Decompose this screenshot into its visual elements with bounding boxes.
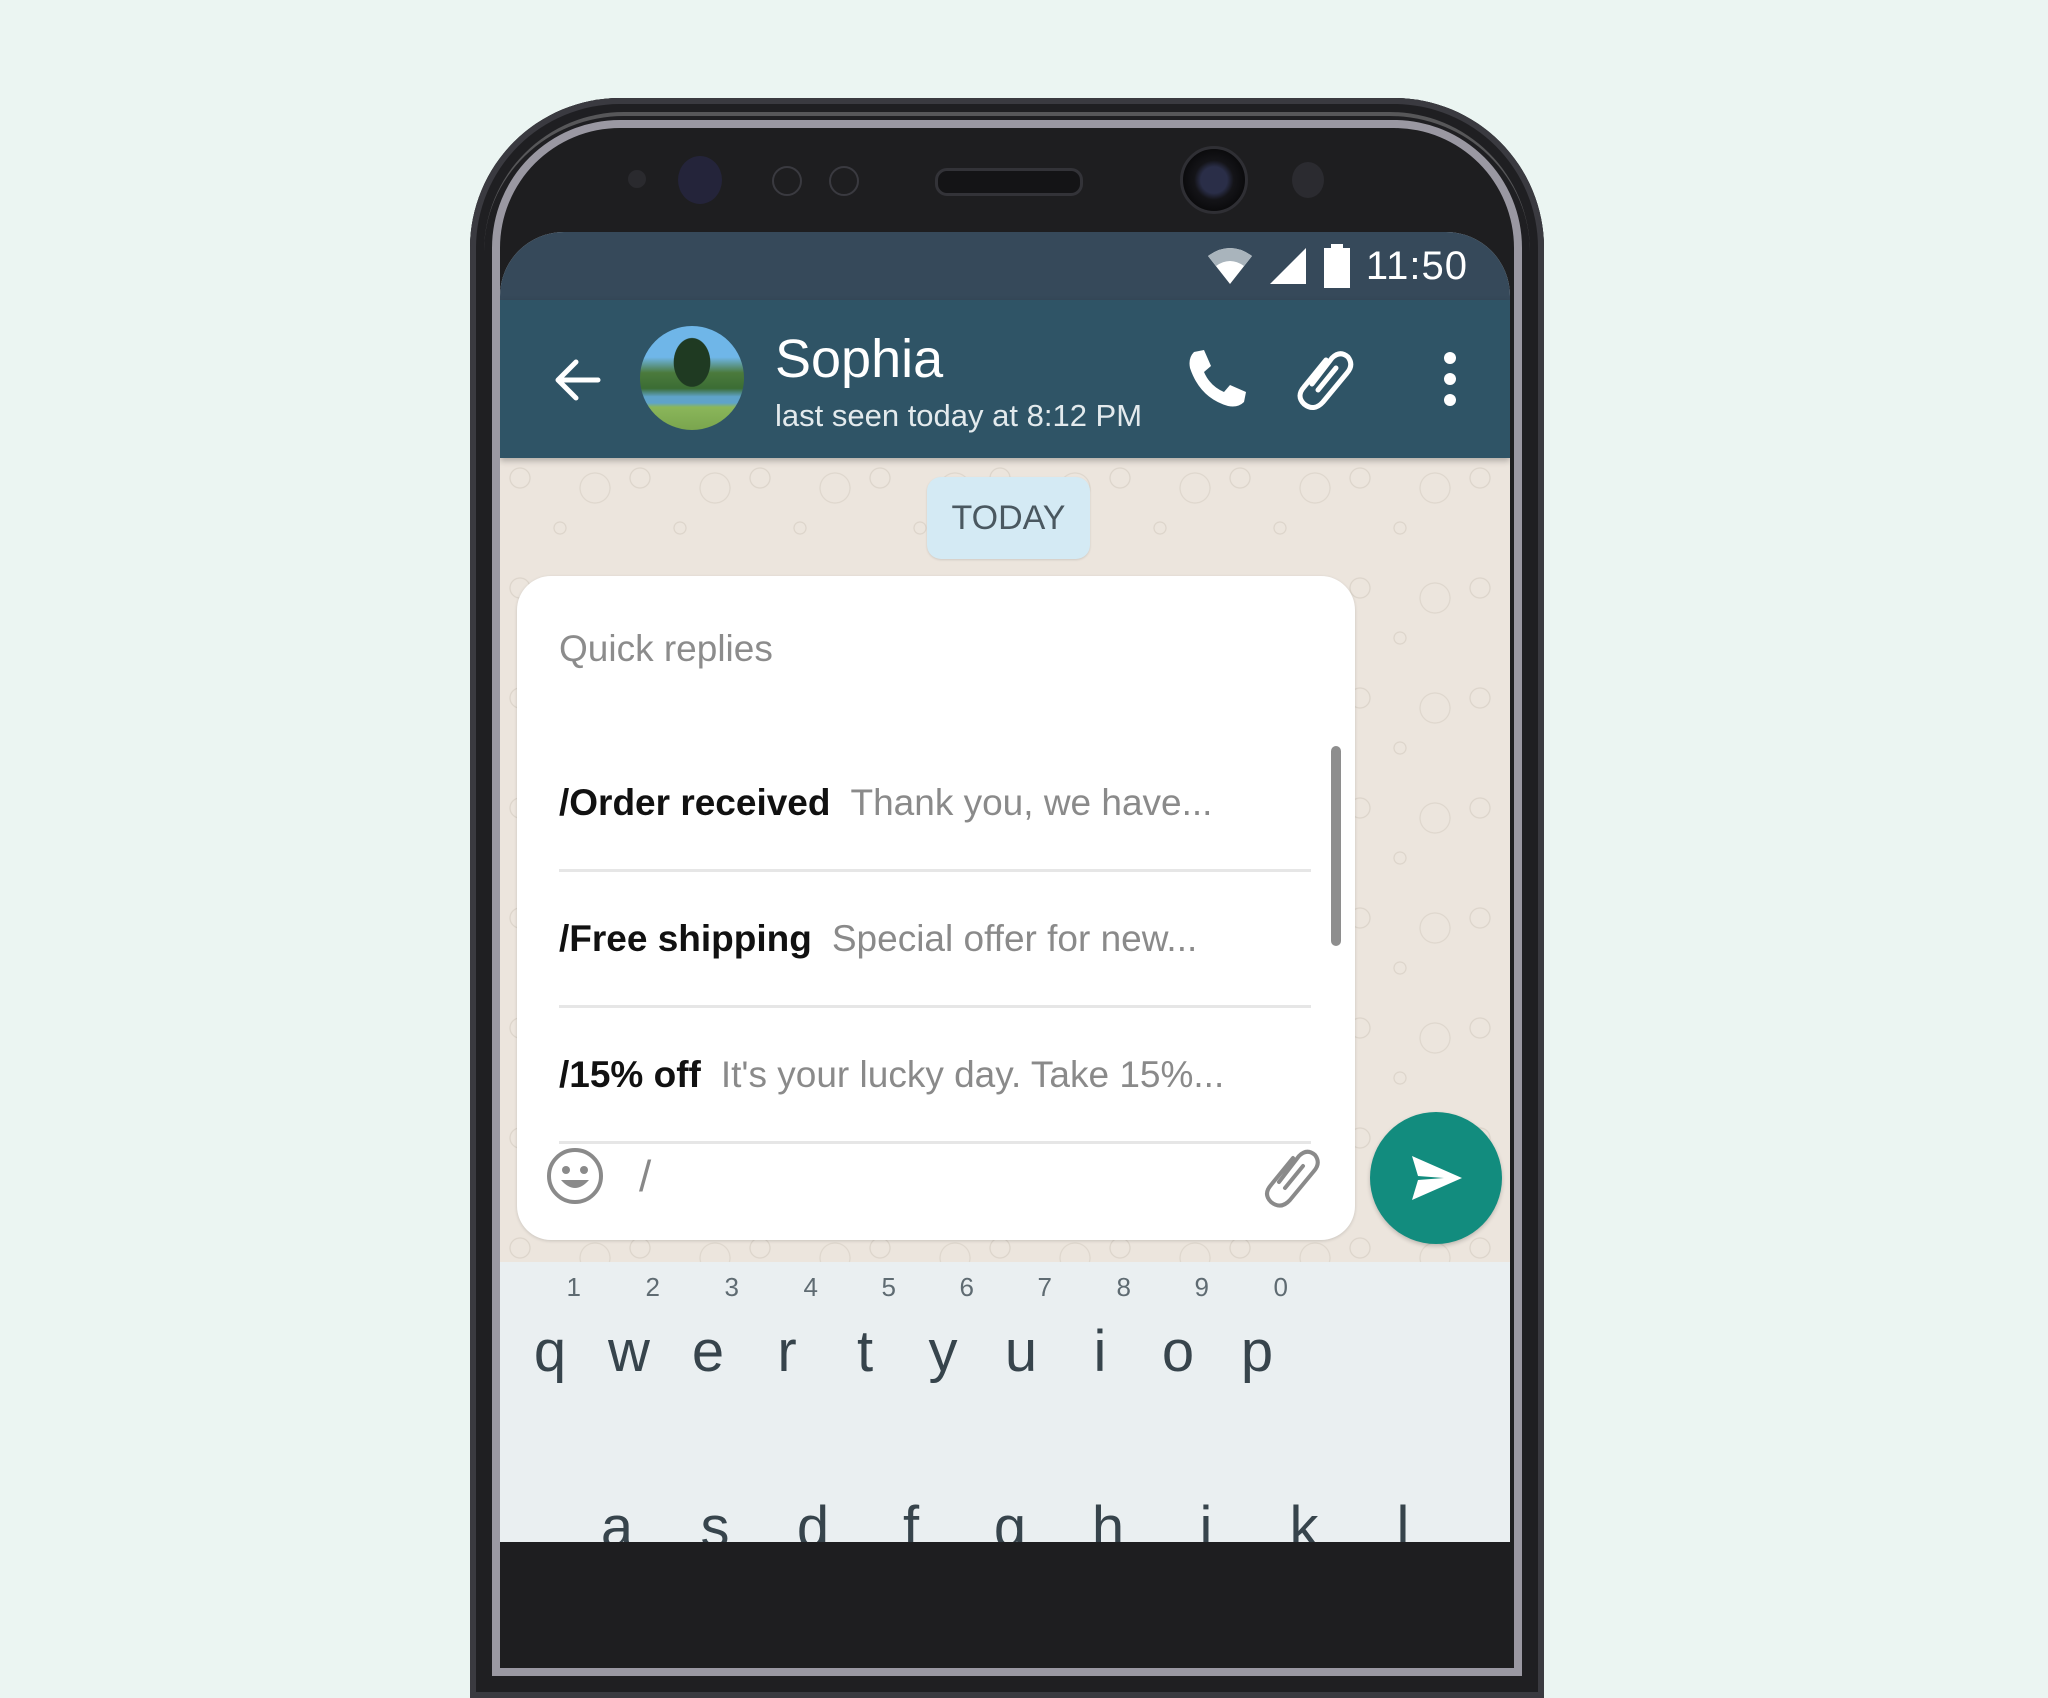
more-vertical-icon[interactable]	[1415, 344, 1485, 414]
flash-sensor	[1292, 162, 1324, 198]
key-r[interactable]: 4r	[742, 1272, 832, 1385]
chat-area: TODAY Quick replies /Order received Than…	[500, 458, 1510, 1262]
key-hint: 5	[881, 1272, 896, 1302]
quick-replies-scrollbar[interactable]	[1331, 746, 1341, 946]
key-label: u	[1004, 1319, 1038, 1384]
earpiece-speaker	[935, 168, 1083, 196]
key-i[interactable]: 8i	[1055, 1272, 1145, 1385]
key-label: q	[533, 1319, 567, 1384]
key-h[interactable]: h	[1063, 1494, 1153, 1542]
paperclip-icon[interactable]	[1290, 344, 1360, 414]
key-k[interactable]: k	[1259, 1494, 1349, 1542]
phone-icon[interactable]	[1180, 344, 1250, 414]
key-y[interactable]: 6y	[898, 1272, 988, 1385]
key-label: y	[928, 1319, 958, 1384]
key-hint: 0	[1273, 1272, 1288, 1302]
status-bar: 11:50	[500, 232, 1510, 300]
status-time: 11:50	[1365, 243, 1468, 288]
key-j[interactable]: j	[1161, 1494, 1251, 1542]
key-hint: 6	[959, 1272, 974, 1302]
key-g[interactable]: g	[965, 1494, 1055, 1542]
avatar[interactable]	[640, 326, 744, 430]
message-input[interactable]	[637, 1136, 1201, 1218]
key-l[interactable]: l	[1358, 1494, 1448, 1542]
key-q[interactable]: 1q	[505, 1272, 595, 1385]
key-o[interactable]: 9o	[1133, 1272, 1223, 1385]
emoji-icon[interactable]	[545, 1146, 605, 1206]
key-hint: 1	[566, 1272, 581, 1302]
key-hint: 7	[1037, 1272, 1052, 1302]
proximity-sensor	[628, 170, 646, 188]
key-hint: 3	[724, 1272, 739, 1302]
front-sensor-icon	[678, 156, 722, 204]
key-f[interactable]: f	[866, 1494, 956, 1542]
send-button[interactable]	[1370, 1112, 1502, 1244]
quick-replies-panel: Quick replies /Order received Thank you,…	[517, 576, 1355, 1240]
key-t[interactable]: 5t	[820, 1272, 910, 1385]
battery-icon	[1323, 244, 1350, 288]
ir-sensor-2	[829, 166, 859, 196]
wifi-icon	[1207, 248, 1252, 284]
quick-reply-shortcut: /Order received	[559, 781, 831, 823]
date-chip: TODAY	[927, 477, 1090, 559]
contact-name[interactable]: Sophia	[775, 328, 943, 390]
key-s[interactable]: s	[670, 1494, 760, 1542]
key-hint: 9	[1194, 1272, 1209, 1302]
quick-reply-preview: Special offer for new...	[831, 917, 1198, 959]
key-label: p	[1240, 1319, 1274, 1384]
chat-header: Sophia last seen today at 8:12 PM	[500, 300, 1510, 458]
key-label: o	[1161, 1319, 1195, 1384]
back-arrow-icon[interactable]	[550, 352, 606, 408]
key-d[interactable]: d	[768, 1494, 858, 1542]
quick-reply-preview: It's your lucky day. Take 15%...	[720, 1053, 1225, 1095]
last-seen-status: last seen today at 8:12 PM	[775, 398, 1143, 433]
key-a[interactable]: a	[572, 1494, 662, 1542]
quick-reply-shortcut: /15% off	[559, 1053, 701, 1095]
quick-replies-title: Quick replies	[559, 628, 773, 669]
keyboard: 1q2w3e4r5t6y7u8i9o0p asdfghjkl	[500, 1262, 1510, 1542]
key-w[interactable]: 2w	[584, 1272, 674, 1385]
attach-icon[interactable]	[1257, 1142, 1327, 1212]
key-p[interactable]: 0p	[1212, 1272, 1302, 1385]
key-label: i	[1093, 1319, 1107, 1384]
key-label: w	[608, 1319, 650, 1384]
signal-icon	[1269, 248, 1306, 284]
key-e[interactable]: 3e	[663, 1272, 753, 1385]
send-icon	[1412, 1156, 1462, 1200]
quick-reply-item[interactable]: /Free shipping Special offer for new...	[559, 872, 1311, 1008]
quick-reply-preview: Thank you, we have...	[850, 781, 1213, 823]
quick-reply-item[interactable]: /Order received Thank you, we have...	[559, 736, 1311, 872]
ir-sensor	[772, 166, 802, 196]
quick-replies-list: /Order received Thank you, we have... /F…	[559, 736, 1311, 1144]
key-hint: 8	[1116, 1272, 1131, 1302]
key-hint: 4	[803, 1272, 818, 1302]
front-camera-icon	[1180, 146, 1248, 214]
quick-reply-shortcut: /Free shipping	[559, 917, 812, 959]
composer	[517, 1116, 1355, 1240]
key-label: t	[856, 1319, 874, 1384]
key-u[interactable]: 7u	[976, 1272, 1066, 1385]
key-label: r	[777, 1319, 797, 1384]
key-label: e	[691, 1319, 725, 1384]
key-hint: 2	[645, 1272, 660, 1302]
phone-screen: 11:50 Sophia last seen today at 8:12 PM …	[500, 232, 1510, 1542]
